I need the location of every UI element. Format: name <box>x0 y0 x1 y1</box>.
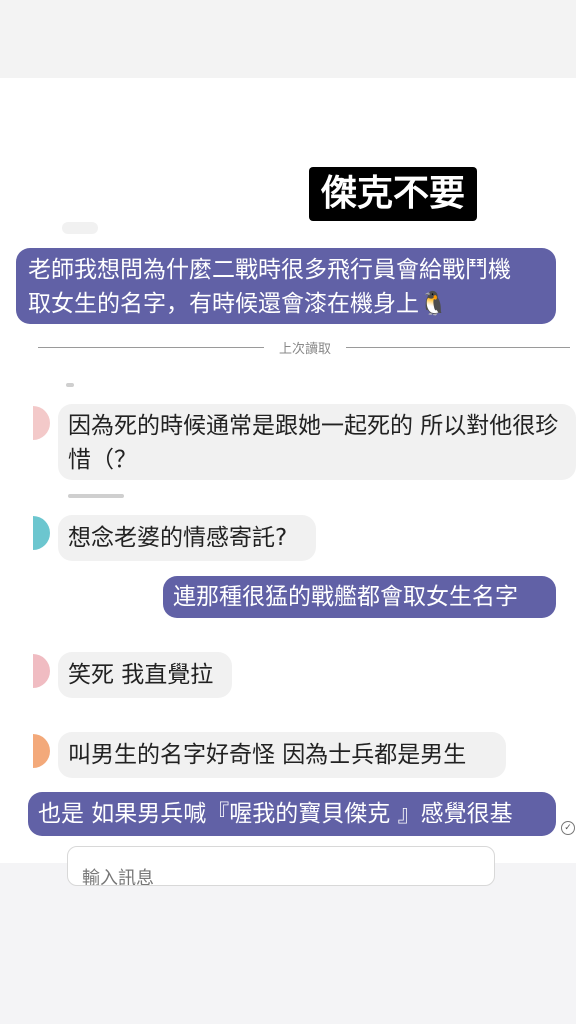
message-line: 老師我想問為什麼二戰時很多飛行員會給戰鬥機 <box>28 257 511 283</box>
redacted-name <box>68 494 124 498</box>
message-text: 也是 如果男兵喊『喔我的寶貝傑克 』感覺很基 <box>38 801 513 827</box>
received-message[interactable]: 笑死 我直覺拉 <box>58 652 232 698</box>
message-text: 想念老婆的情感寄託? <box>68 525 288 551</box>
received-message[interactable]: 叫男生的名字好奇怪 因為士兵都是男生 <box>58 732 506 778</box>
message-text: 叫男生的名字好奇怪 因為士兵都是男生 <box>68 742 467 768</box>
message-text: 笑死 我直覺拉 <box>68 662 214 688</box>
sent-message-question[interactable]: 老師我想問為什麼二戰時很多飛行員會給戰鬥機 取女生的名字，有時候還會漆在機身上🐧 <box>16 248 556 324</box>
received-message[interactable]: 因為死的時候通常是跟她一起死的 所以對他很珍 惜（？ <box>58 404 576 480</box>
message-line: 惜（？ <box>68 447 137 473</box>
sent-message[interactable]: 連那種很猛的戰艦都會取女生名字 <box>163 576 556 618</box>
redacted-name <box>66 383 74 387</box>
partial-message <box>62 222 98 234</box>
divider-line-right <box>346 347 570 348</box>
top-blank-area <box>0 0 576 78</box>
bottom-blank-area <box>0 863 576 1024</box>
received-message[interactable]: 想念老婆的情感寄託? <box>58 515 316 561</box>
sent-message[interactable]: 也是 如果男兵喊『喔我的寶貝傑克 』感覺很基 <box>28 792 556 836</box>
read-check-icon: ✓ <box>561 821 575 835</box>
message-line: 因為死的時候通常是跟她一起死的 所以對他很珍 <box>68 413 559 439</box>
story-caption: 傑克不要 <box>309 167 478 221</box>
message-text: 連那種很猛的戰艦都會取女生名字 <box>173 584 518 610</box>
message-input[interactable]: 輸入訊息 <box>67 846 495 886</box>
last-read-divider: 上次讀取 <box>278 342 331 357</box>
message-line: 取女生的名字，有時候還會漆在機身上🐧 <box>28 291 448 317</box>
divider-line-left <box>38 347 264 348</box>
input-placeholder: 輸入訊息 <box>82 868 154 886</box>
